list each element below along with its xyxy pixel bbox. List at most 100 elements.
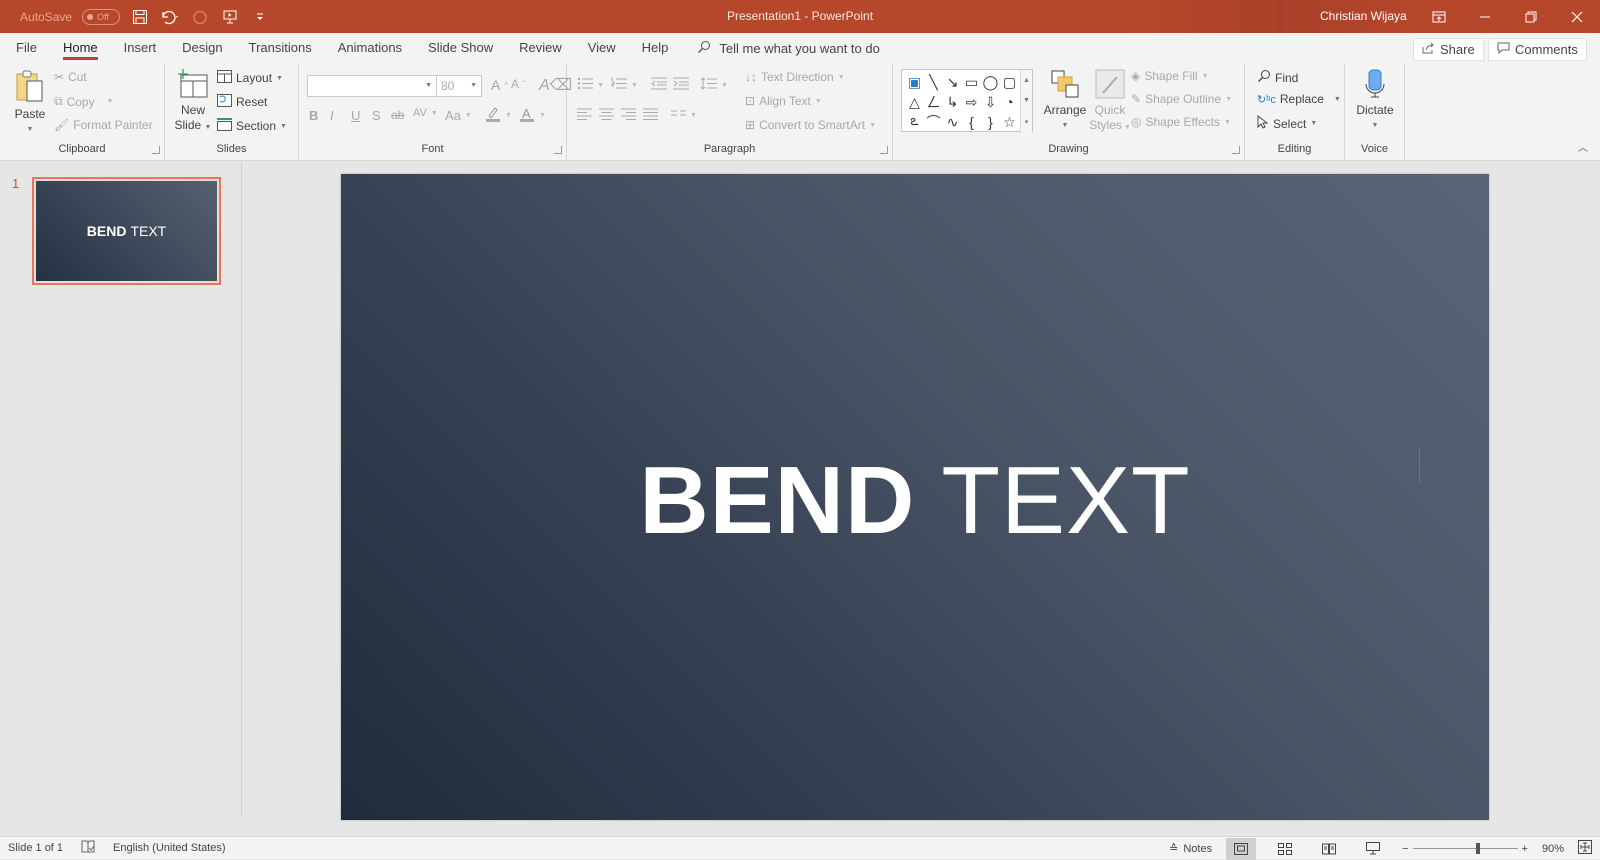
bold-button[interactable]: B (309, 108, 318, 123)
text-direction-button[interactable]: ↓↕ Text Direction ▼ (745, 70, 845, 84)
zoom-slider-track[interactable] (1412, 843, 1518, 854)
shape-fill-button[interactable]: ◈ Shape Fill ▼ (1131, 69, 1209, 83)
drawing-dialog-launcher-icon[interactable] (1232, 146, 1240, 154)
shrink-font-button[interactable]: Aˇ (511, 77, 526, 91)
tab-insert[interactable]: Insert (111, 33, 170, 63)
slide-canvas[interactable]: BEND TEXT (341, 174, 1489, 820)
shape-item-icon[interactable]: ☆ (1000, 112, 1019, 132)
shape-item-icon[interactable]: ▣ (905, 72, 924, 92)
shape-item-icon[interactable]: ∿ (943, 112, 962, 132)
scroll-up-icon[interactable]: ▲ (1023, 77, 1030, 84)
highlight-color-button[interactable]: ▼ (485, 106, 512, 125)
share-button[interactable]: Share (1413, 38, 1484, 61)
tab-view[interactable]: View (575, 33, 629, 63)
text-shadow-button[interactable]: S (372, 108, 381, 123)
ribbon-display-options-icon[interactable] (1416, 0, 1462, 33)
paste-button[interactable]: Paste ▼ (10, 69, 50, 137)
zoom-slider-thumb[interactable] (1475, 843, 1480, 854)
tab-transitions[interactable]: Transitions (236, 33, 325, 63)
tell-me-search[interactable]: Tell me what you want to do (697, 40, 880, 57)
columns-button[interactable]: ▼ (671, 108, 697, 123)
minimize-icon[interactable] (1462, 0, 1508, 33)
bullets-button[interactable]: ▼ (577, 77, 604, 93)
shape-outline-button[interactable]: ✎ Shape Outline ▼ (1131, 92, 1232, 106)
normal-view-button[interactable] (1226, 837, 1257, 860)
tab-review[interactable]: Review (506, 33, 575, 63)
shape-item-icon[interactable]: ↳ (943, 92, 962, 112)
spelling-check-icon[interactable] (81, 840, 95, 856)
notes-button[interactable]: ≙ Notes (1169, 842, 1212, 856)
tab-help[interactable]: Help (629, 33, 682, 63)
zoom-out-icon[interactable]: − (1402, 843, 1408, 855)
comments-button[interactable]: Comments (1488, 38, 1587, 61)
dictate-button[interactable]: Dictate ▼ (1351, 69, 1399, 133)
shapes-gallery[interactable]: ▣ ╲ ↘ ▭ ◯ ▢ △ ㄥ ↳ ⇨ ⇩ ◔ ఽ ⌒ ∿{} ☆ ▲ ▼ ▾ (901, 69, 1033, 133)
change-case-button[interactable]: Aa ▼ (445, 108, 472, 123)
clipboard-dialog-launcher-icon[interactable] (152, 146, 160, 154)
shape-item-icon[interactable]: △ (905, 92, 924, 112)
shape-item-icon[interactable]: ▢ (1000, 72, 1019, 92)
shape-item-icon[interactable]: ▭ (962, 72, 981, 92)
shape-item-icon[interactable]: } (981, 112, 1000, 132)
shape-item-icon[interactable]: ㄥ (924, 92, 943, 112)
shape-item-icon[interactable]: ⌒ (924, 112, 943, 132)
decrease-indent-button[interactable] (651, 77, 667, 93)
shapes-gallery-scroll[interactable]: ▲ ▼ ▾ (1020, 70, 1032, 133)
shape-effects-button[interactable]: ◎ Shape Effects ▼ (1131, 115, 1231, 129)
shape-item-icon[interactable]: ◯ (981, 72, 1000, 92)
scroll-down-icon[interactable]: ▼ (1023, 97, 1030, 104)
tab-slide-show[interactable]: Slide Show (415, 33, 506, 63)
grow-font-button[interactable]: A ^ (491, 77, 508, 93)
shape-item-icon[interactable]: ⇩ (981, 92, 1000, 112)
quick-styles-button[interactable]: Quick Styles ▼ (1089, 69, 1131, 135)
shape-item-icon[interactable]: ⇨ (962, 92, 981, 112)
copy-button[interactable]: ⧉ Copy ▼ (54, 94, 114, 109)
shape-item-icon[interactable]: ↘ (943, 72, 962, 92)
align-right-button[interactable] (621, 108, 636, 123)
tab-home[interactable]: Home (50, 33, 111, 63)
align-left-button[interactable] (577, 108, 592, 123)
collapse-ribbon-icon[interactable]: ︿ (1578, 139, 1588, 154)
arrange-button[interactable]: Arrange ▼ (1040, 69, 1090, 133)
shape-item-icon[interactable]: ఽ (905, 112, 924, 132)
zoom-level[interactable]: 90% (1542, 843, 1564, 855)
layout-button[interactable]: Layout ▼ (217, 70, 283, 86)
font-color-button[interactable]: A ▼ (519, 106, 546, 125)
paragraph-dialog-launcher-icon[interactable] (880, 146, 888, 154)
section-button[interactable]: Section ▼ (217, 118, 287, 134)
underline-button[interactable]: U (351, 108, 360, 123)
zoom-in-icon[interactable]: + (1522, 843, 1528, 855)
align-center-button[interactable] (599, 108, 614, 123)
cut-button[interactable]: ✂ Cut (54, 70, 87, 84)
shape-item-icon[interactable]: { (962, 112, 981, 132)
select-button[interactable]: Select ▼ (1257, 114, 1317, 132)
zoom-slider[interactable]: − + (1402, 843, 1528, 855)
font-dialog-launcher-icon[interactable] (554, 146, 562, 154)
shape-item-icon[interactable]: ╲ (924, 72, 943, 92)
align-text-button[interactable]: ⊡ Align Text ▼ (745, 94, 822, 108)
format-painter-button[interactable]: 🖌 Format Painter (54, 118, 153, 132)
line-spacing-button[interactable]: ▼ (700, 77, 728, 93)
reset-button[interactable]: Reset (217, 94, 267, 110)
tab-design[interactable]: Design (169, 33, 235, 63)
numbering-button[interactable]: ▼ (611, 77, 638, 93)
increase-indent-button[interactable] (673, 77, 689, 93)
justify-button[interactable] (643, 108, 658, 123)
reading-view-button[interactable] (1314, 838, 1344, 860)
italic-button[interactable]: I (330, 108, 334, 123)
slide-thumbnail[interactable]: BEND TEXT (32, 177, 221, 285)
slide-sorter-button[interactable] (1270, 838, 1300, 860)
new-slide-button[interactable]: New Slide ▼ (173, 69, 213, 135)
character-spacing-button[interactable]: AV ▼ (413, 107, 438, 119)
close-icon[interactable] (1554, 0, 1600, 33)
find-button[interactable]: Find (1257, 69, 1298, 86)
user-name[interactable]: Christian Wijaya (1320, 9, 1407, 23)
restore-icon[interactable] (1508, 0, 1554, 33)
fit-slide-icon[interactable] (1578, 840, 1592, 857)
more-shapes-icon[interactable]: ▾ (1025, 118, 1029, 126)
shape-item-icon[interactable]: ◔ (1000, 92, 1019, 112)
language-indicator[interactable]: English (United States) (113, 842, 226, 854)
tab-file[interactable]: File (0, 33, 50, 63)
replace-button[interactable]: ↻ᵇc Replace ▼ (1257, 92, 1341, 106)
font-size-combobox[interactable]: 80 ▼ (436, 75, 482, 97)
